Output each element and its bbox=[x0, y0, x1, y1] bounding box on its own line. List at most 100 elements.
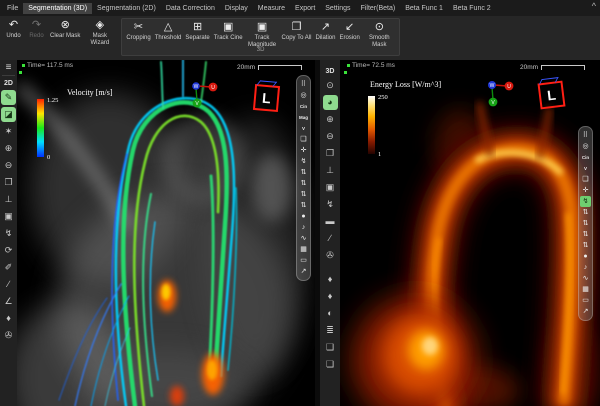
undo-button[interactable]: ↶ Undo bbox=[2, 18, 25, 47]
cropping-button[interactable]: ✂ Cropping bbox=[124, 20, 152, 49]
wave-button[interactable]: ∿ bbox=[298, 233, 309, 244]
grid-button[interactable]: ▦ bbox=[298, 244, 309, 255]
bolt-tool[interactable]: ↯ bbox=[1, 226, 16, 241]
grip-button[interactable]: ⠿ bbox=[580, 130, 591, 141]
step-c-button[interactable]: ⇅ bbox=[580, 229, 591, 240]
contrast-tool[interactable]: ◐ bbox=[323, 306, 338, 321]
line-tool[interactable]: ∕ bbox=[323, 231, 338, 246]
zoom-out-tool[interactable]: ⊖ bbox=[1, 158, 16, 173]
droplet-tool[interactable]: ♦ bbox=[1, 311, 16, 326]
collapse-ribbon-icon[interactable]: ^ bbox=[592, 1, 596, 11]
separate-button[interactable]: ⊞ Separate bbox=[183, 20, 211, 49]
toggle-button[interactable]: ▭ bbox=[580, 295, 591, 306]
menu-item-display[interactable]: Display bbox=[220, 3, 253, 14]
menu-item-beta-func-1[interactable]: Beta Func 1 bbox=[400, 3, 448, 14]
cine-button[interactable]: Cin bbox=[580, 152, 591, 163]
grip-button[interactable]: ⠿ bbox=[298, 79, 309, 90]
menu-item-beta-func-2[interactable]: Beta Func 2 bbox=[448, 3, 496, 14]
record-button[interactable]: ● bbox=[298, 211, 309, 222]
layers-tool[interactable]: ❐ bbox=[1, 175, 16, 190]
capsule-tool[interactable]: ▬ bbox=[323, 214, 338, 229]
expand-button[interactable]: ↗ bbox=[298, 266, 309, 277]
time-label: Time= 117.5 ms bbox=[27, 62, 73, 69]
magnitude-button[interactable]: Mag bbox=[298, 112, 309, 123]
power-tool[interactable]: ⊙ bbox=[323, 78, 338, 93]
smooth-mask-button[interactable]: ⊙ Smooth Mask bbox=[362, 20, 397, 49]
orientation-cube[interactable]: L bbox=[253, 84, 280, 112]
focus-button[interactable]: ◎ bbox=[298, 90, 309, 101]
mask-wizard-button[interactable]: ◈ Mask Wizard bbox=[82, 18, 117, 47]
zoom-in-tool[interactable]: ⊕ bbox=[1, 141, 16, 156]
step-a-button[interactable]: ⇅ bbox=[580, 207, 591, 218]
pan-button[interactable]: ✛ bbox=[580, 185, 591, 196]
track-magnitude-button[interactable]: ▣ Track Magnitude bbox=[245, 20, 280, 49]
dilation-button[interactable]: ↗ Dilation bbox=[313, 20, 337, 49]
portrait-tool[interactable]: ▣ bbox=[323, 180, 338, 195]
orientation-cube[interactable]: L bbox=[538, 81, 566, 110]
track-cine-button[interactable]: ▣ Track Cine bbox=[212, 20, 245, 49]
menu-item-settings[interactable]: Settings bbox=[320, 3, 355, 14]
eyedropper-tool[interactable]: ✐ bbox=[1, 260, 16, 275]
expand-button[interactable]: ↗ bbox=[580, 306, 591, 317]
camera-tool[interactable]: ✇ bbox=[1, 328, 16, 343]
line-tool[interactable]: ∕ bbox=[1, 277, 16, 292]
volume-v-button[interactable]: V bbox=[580, 163, 591, 174]
step-a-button[interactable]: ⇅ bbox=[298, 167, 309, 178]
bolt-tool[interactable]: ↯ bbox=[323, 197, 338, 212]
toggle-button[interactable]: ▭ bbox=[298, 255, 309, 266]
audio-button[interactable]: ♪ bbox=[580, 262, 591, 273]
clear-mask-icon: ⊗ bbox=[61, 19, 70, 32]
step-b-button[interactable]: ⇅ bbox=[580, 218, 591, 229]
sphere-tool[interactable]: ◕ bbox=[323, 95, 338, 110]
droplet-tool[interactable]: ♦ bbox=[323, 272, 338, 287]
bolt-button[interactable]: ↯ bbox=[298, 156, 309, 167]
menu-item-data-correction[interactable]: Data Correction bbox=[161, 3, 220, 14]
clear-mask-button[interactable]: ⊗ Clear Mask bbox=[48, 18, 82, 47]
volume-v-button[interactable]: V bbox=[298, 123, 309, 134]
focus-button[interactable]: ◎ bbox=[580, 141, 591, 152]
snapshot-button[interactable]: ❑ bbox=[298, 134, 309, 145]
step-b-button[interactable]: ⇅ bbox=[298, 178, 309, 189]
redo-button[interactable]: ↷ Redo bbox=[25, 18, 48, 47]
stamp-tool[interactable]: ⊥ bbox=[323, 163, 338, 178]
colorbar-min-label: 0 bbox=[47, 154, 50, 161]
layers-tool[interactable]: ❐ bbox=[323, 146, 338, 161]
step-d-button[interactable]: ⇅ bbox=[580, 240, 591, 251]
angle-tool[interactable]: ∠ bbox=[1, 294, 16, 309]
snapshot-button[interactable]: ❑ bbox=[580, 174, 591, 185]
zoom-out-icon: ⊖ bbox=[5, 158, 13, 173]
zoom-out-tool[interactable]: ⊖ bbox=[323, 129, 338, 144]
record-button[interactable]: ● bbox=[580, 251, 591, 262]
zoom-in-tool[interactable]: ⊕ bbox=[323, 112, 338, 127]
camera-tool[interactable]: ✇ bbox=[323, 248, 338, 263]
export-report-tool[interactable]: ❏ bbox=[323, 357, 338, 372]
brush-tool[interactable]: ✎ bbox=[1, 90, 16, 105]
menu-item-measure[interactable]: Measure bbox=[253, 3, 290, 14]
sync-tool[interactable]: ⟳ bbox=[1, 243, 16, 258]
step-c-button[interactable]: ⇅ bbox=[298, 189, 309, 200]
threshold-button[interactable]: △ Threshold bbox=[153, 20, 184, 49]
bolt-button[interactable]: ↯ bbox=[580, 196, 591, 207]
menu-item-file[interactable]: File bbox=[2, 3, 23, 14]
menu-item-export[interactable]: Export bbox=[290, 3, 320, 14]
menu-item-filter-beta[interactable]: Filter(Beta) bbox=[356, 3, 401, 14]
sidebar-menu-icon[interactable]: ≡ bbox=[6, 62, 12, 73]
eraser-tool[interactable]: ◪ bbox=[1, 107, 16, 122]
step-d-button[interactable]: ⇅ bbox=[298, 200, 309, 211]
magic-wand-tool[interactable]: ✶ bbox=[1, 124, 16, 139]
stamp-tool[interactable]: ⊥ bbox=[1, 192, 16, 207]
menu-item-segmentation-3d[interactable]: Segmentation (3D) bbox=[23, 3, 92, 14]
pan-button[interactable]: ✛ bbox=[298, 145, 309, 156]
audio-button[interactable]: ♪ bbox=[298, 222, 309, 233]
droplet-add-tool[interactable]: ♦ bbox=[323, 289, 338, 304]
wave-button[interactable]: ∿ bbox=[580, 273, 591, 284]
settings-list-tool[interactable]: ≣ bbox=[323, 323, 338, 338]
copy-to-all-button[interactable]: ❐ Copy To All bbox=[280, 20, 314, 49]
erosion-button[interactable]: ↙ Erosion bbox=[337, 20, 361, 49]
grid-button[interactable]: ▦ bbox=[580, 284, 591, 295]
cine-button[interactable]: Cin bbox=[298, 101, 309, 112]
axis-w-label: W bbox=[490, 83, 495, 89]
menu-item-segmentation-2d[interactable]: Segmentation (2D) bbox=[92, 3, 161, 14]
portrait-tool[interactable]: ▣ bbox=[1, 209, 16, 224]
export-cine-tool[interactable]: ❑ bbox=[323, 340, 338, 355]
